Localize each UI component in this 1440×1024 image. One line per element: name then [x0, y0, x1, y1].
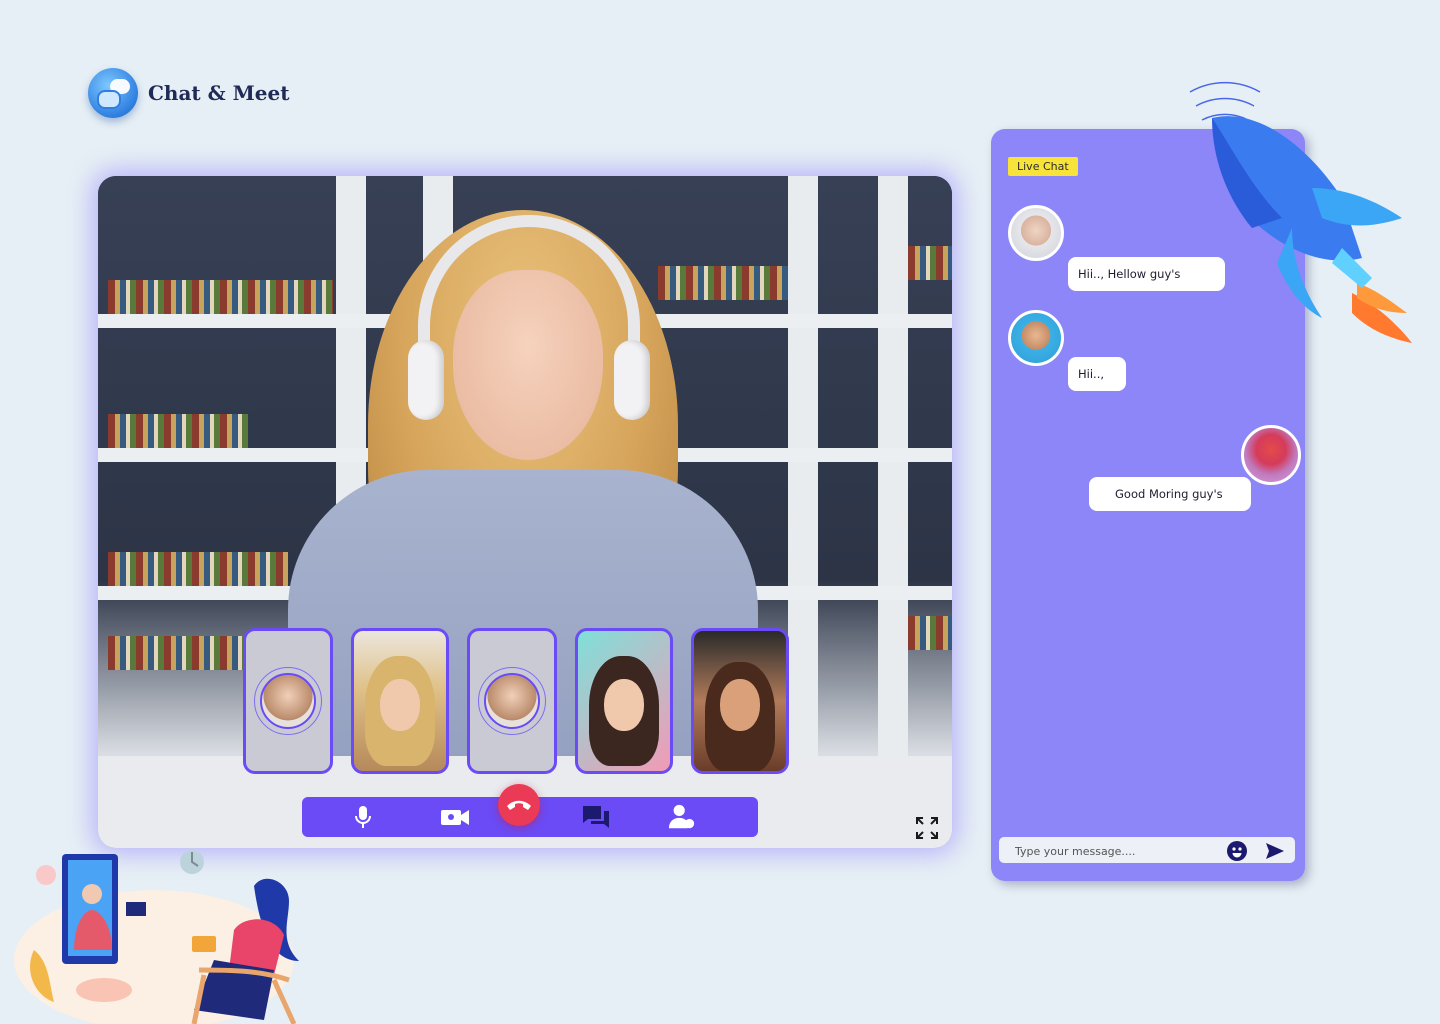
- chat-icon: [583, 806, 609, 828]
- participant-tile[interactable]: [351, 628, 449, 774]
- message-composer: [999, 837, 1295, 865]
- books: [908, 616, 952, 650]
- books: [908, 246, 952, 280]
- camera-button[interactable]: [439, 803, 471, 831]
- chat-button[interactable]: [582, 803, 610, 831]
- video-call-illustration: [14, 850, 299, 1024]
- participants-button[interactable]: [668, 803, 696, 831]
- books: [108, 636, 258, 670]
- participant-tile[interactable]: [243, 628, 333, 774]
- chat-bubbles-icon: [88, 68, 138, 118]
- live-chat-badge: Live Chat: [1008, 157, 1078, 176]
- avatar: [1008, 205, 1064, 261]
- mic-icon: [355, 806, 371, 828]
- end-call-button[interactable]: [498, 784, 540, 826]
- message-input[interactable]: [1013, 837, 1217, 865]
- mic-button[interactable]: [349, 803, 377, 831]
- participant-tile[interactable]: [467, 628, 557, 774]
- rocket-illustration: [1189, 81, 1412, 343]
- shelf-post: [788, 176, 818, 758]
- books: [108, 414, 248, 448]
- send-button[interactable]: [1265, 842, 1285, 860]
- app-logo: Chat & Meet: [88, 68, 289, 118]
- send-icon: [1266, 843, 1284, 859]
- app-title: Chat & Meet: [148, 81, 290, 105]
- emoji-icon: [1227, 841, 1247, 861]
- chat-message: Hii..,: [1068, 357, 1126, 391]
- emoji-button[interactable]: [1227, 841, 1247, 861]
- participant-tile[interactable]: [691, 628, 789, 774]
- chat-message: Good Moring guy's: [1089, 477, 1251, 511]
- books: [108, 552, 288, 586]
- fullscreen-button[interactable]: [916, 817, 938, 839]
- shelf-post: [878, 176, 908, 758]
- phone-hangup-icon: [507, 800, 531, 810]
- main-video: [98, 176, 952, 848]
- avatar: [1008, 310, 1064, 366]
- participant-strip: [243, 628, 789, 774]
- avatar: [1241, 425, 1301, 485]
- participant-tile[interactable]: [575, 628, 673, 774]
- fullscreen-icon: [916, 817, 938, 839]
- video-camera-icon: [441, 810, 469, 825]
- person-add-icon: [668, 804, 695, 829]
- avatar: [260, 673, 316, 729]
- avatar: [484, 673, 540, 729]
